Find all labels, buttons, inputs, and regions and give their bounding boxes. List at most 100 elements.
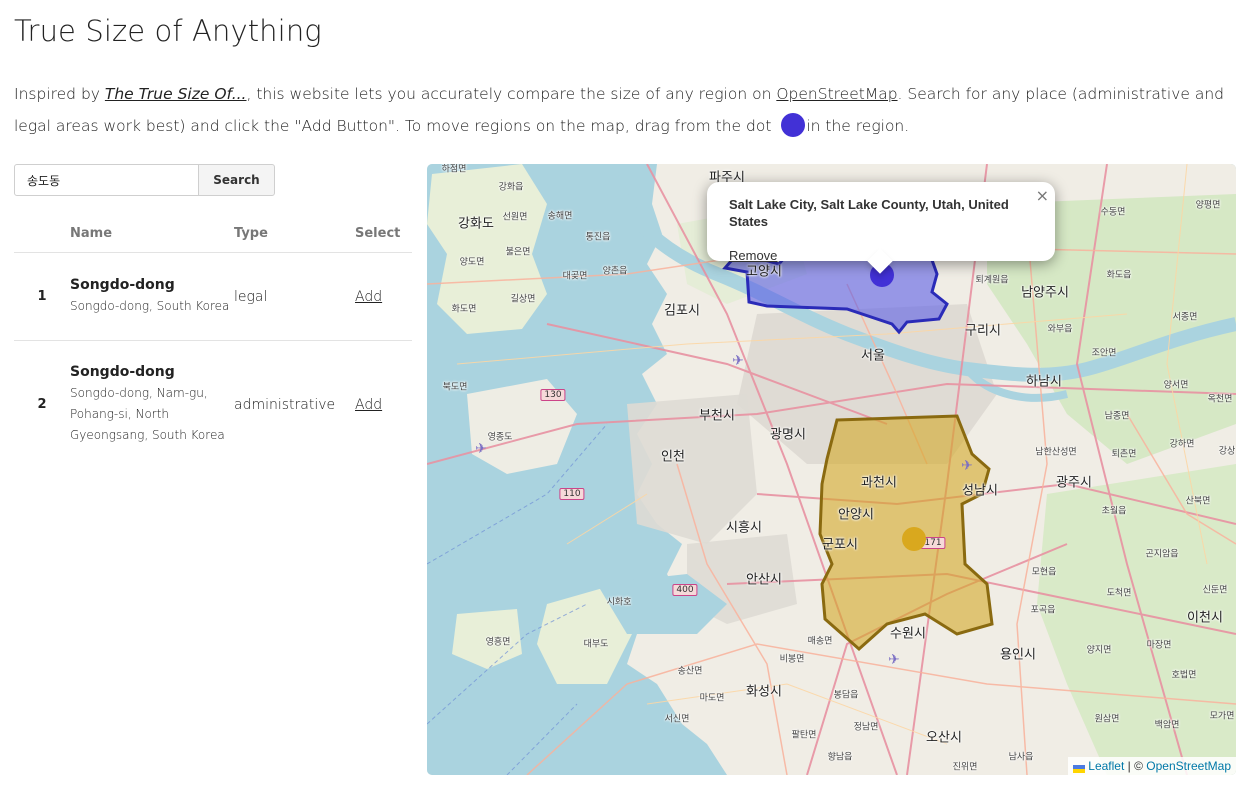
road-shield: 400 (672, 584, 698, 596)
map-label-small: 마도면 (699, 693, 725, 704)
map-label-icheon: 이천시 (1187, 610, 1223, 626)
map-label-incheon: 인천 (661, 449, 685, 465)
map-label-goyang: 고양시 (746, 264, 782, 280)
row-description: Songdo-dong, South Korea (70, 298, 230, 313)
map-label-small: 비봉면 (779, 654, 805, 665)
header-index (14, 214, 70, 253)
map-label-yongin: 용인시 (1000, 647, 1036, 663)
results-header-row: Name Type Select (14, 214, 412, 253)
map-label-small: 양평면 (1195, 200, 1221, 211)
map-label-daebu: 대부도 (583, 639, 609, 650)
row-index: 1 (14, 252, 70, 341)
map-label-small: 옥천면 (1207, 394, 1233, 405)
map-label-gimpo: 김포시 (664, 303, 700, 319)
road-shield: 110 (559, 488, 585, 500)
map-label-hanam: 하남시 (1026, 374, 1062, 390)
intro-text-2: , this website lets you accurately compa… (246, 85, 777, 103)
add-button[interactable]: Add (355, 397, 382, 413)
airport-icon: ✈ (961, 458, 973, 474)
map-label-anyang: 안양시 (838, 507, 874, 523)
map-label-small: 통진읍 (585, 232, 611, 243)
map-label-small: 와부읍 (1047, 324, 1073, 335)
map-label-small: 초월읍 (1101, 506, 1127, 517)
openstreetmap-link[interactable]: OpenStreetMap (776, 85, 897, 103)
row-select-cell: Add (355, 252, 412, 341)
map-label-small: 양촌읍 (602, 266, 628, 277)
map-label-sihwaho: 시화호 (606, 597, 632, 608)
map-label-small: 향남읍 (827, 752, 853, 763)
add-button[interactable]: Add (355, 289, 382, 305)
map-label-small: 하점면 (441, 164, 467, 175)
yellow-region-drag-handle[interactable] (902, 527, 926, 551)
map-label-ansan: 안산시 (746, 572, 782, 588)
true-size-of-link[interactable]: The True Size Of... (105, 85, 247, 103)
openstreetmap-attribution-link[interactable]: OpenStreetMap (1146, 759, 1231, 773)
airport-icon: ✈ (475, 441, 487, 457)
popup-title: Salt Lake City, Salt Lake County, Utah, … (729, 197, 1009, 229)
map-label-small: 양지면 (1086, 645, 1112, 656)
row-name: Songdo-dong (70, 276, 175, 293)
drag-dot-icon (781, 112, 806, 137)
map-label-small: 길상면 (510, 294, 536, 305)
map-label-gwangju: 광주시 (1056, 475, 1092, 491)
results-table: Name Type Select 1 Songdo-dong Songdo-do… (14, 214, 412, 469)
map-label-small: 포곡읍 (1030, 605, 1056, 616)
row-description: Songdo-dong, Nam-gu, Pohang-si, North Gy… (70, 385, 225, 442)
search-button[interactable]: Search (198, 164, 275, 196)
map-label-small: 대곶면 (562, 271, 588, 282)
map-label-small: 도척면 (1106, 588, 1132, 599)
map-label-small: 화도면 (451, 304, 477, 315)
airport-icon: ✈ (732, 353, 744, 369)
map-label-ganghwa: 강화도 (458, 216, 494, 232)
map-label-small: 산북면 (1185, 496, 1211, 507)
map-label-small: 곤지암읍 (1145, 549, 1179, 560)
header-name: Name (70, 214, 234, 253)
map-label-small: 화도읍 (1106, 270, 1132, 281)
map-label-small: 백암면 (1154, 720, 1180, 731)
map-label-guri: 구리시 (965, 323, 1001, 339)
header-type: Type (234, 214, 355, 253)
leaflet-link[interactable]: Leaflet (1088, 759, 1124, 773)
row-name-cell: Songdo-dong Songdo-dong, South Korea (70, 252, 234, 341)
map-label-small: 양도면 (459, 257, 485, 268)
map-label-small: 마장면 (1146, 640, 1172, 651)
intro-text-1: Inspired by (14, 85, 105, 103)
row-name-cell: Songdo-dong Songdo-dong, Nam-gu, Pohang-… (70, 341, 234, 469)
map-label-small: 매송면 (807, 636, 833, 647)
map-label-siheung: 시흥시 (726, 520, 762, 536)
map-label-small: 팔탄면 (791, 730, 817, 741)
map-label-small: 강하면 (1169, 439, 1195, 450)
map-label-small: 남한산성면 (1035, 447, 1077, 458)
map-label-small: 호법면 (1171, 670, 1197, 681)
row-select-cell: Add (355, 341, 412, 469)
map-label-suwon: 수원시 (890, 626, 926, 642)
map-label-small: 송해면 (547, 211, 573, 222)
search-input[interactable] (14, 164, 199, 196)
row-name: Songdo-dong (70, 363, 175, 380)
map-label-small: 정남면 (853, 722, 879, 733)
map-label-small: 서신면 (664, 714, 690, 725)
page-title: True Size of Anything (14, 14, 322, 48)
map-label-small: 서종면 (1172, 312, 1198, 323)
map-label-small: 양서면 (1163, 380, 1189, 391)
airport-icon: ✈ (888, 652, 900, 668)
map-label-seongnam: 성남시 (962, 483, 998, 499)
row-index: 2 (37, 397, 47, 413)
map-label-small: 영흥면 (485, 637, 511, 648)
map-attribution: Leaflet | © OpenStreetMap (1068, 757, 1236, 775)
map-label-gwangmyeong: 광명시 (770, 427, 806, 443)
map-label-small: 강화읍 (498, 182, 524, 193)
map-label-small: 모가면 (1209, 711, 1235, 722)
road-shield: 130 (540, 389, 566, 401)
table-row: 2 Songdo-dong Songdo-dong, Nam-gu, Pohan… (14, 341, 412, 469)
map-label-small: 북도면 (442, 382, 468, 393)
remove-region-link[interactable]: Remove (729, 248, 777, 263)
map-label-small: 송산면 (677, 666, 703, 677)
map-label-namyangju: 남양주시 (1021, 285, 1069, 301)
map-label-small: 남사읍 (1008, 752, 1034, 763)
map-label-small: 퇴촌면 (1111, 449, 1137, 460)
map-label-bucheon: 부천시 (699, 408, 735, 424)
map-label-small: 퇴계원읍 (975, 275, 1009, 286)
close-icon[interactable]: × (1036, 186, 1049, 205)
map-view[interactable]: 파주시 고양시 김포시 서울 구리시 남양주시 하남시 부천시 광명시 인천 과… (427, 164, 1236, 775)
